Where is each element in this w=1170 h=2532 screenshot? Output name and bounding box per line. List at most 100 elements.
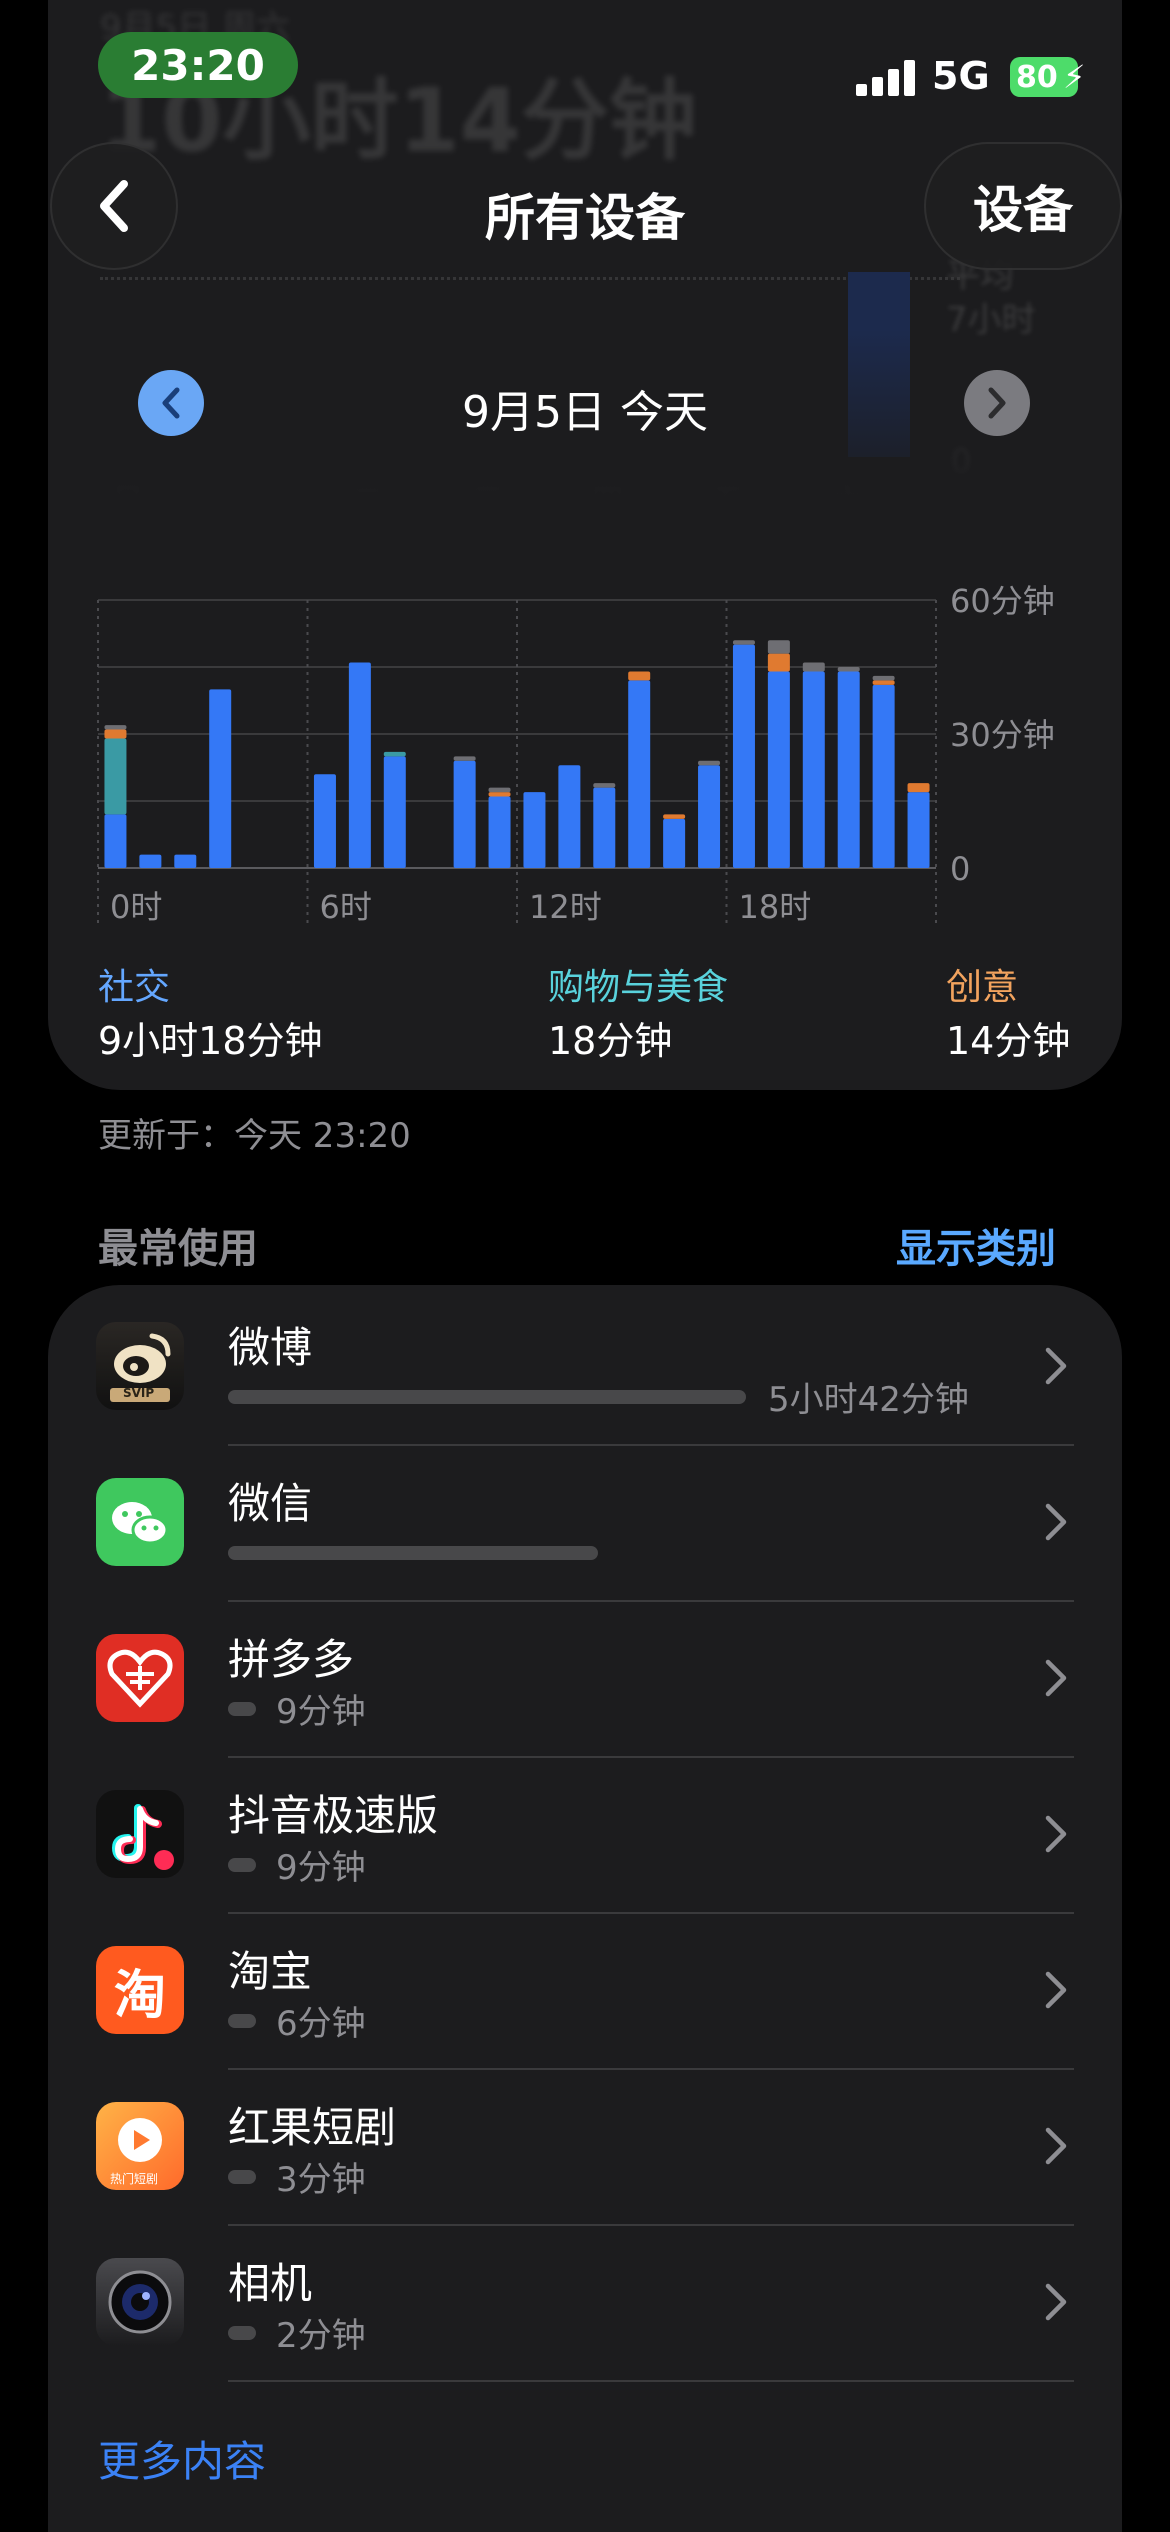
- usage-bar: [228, 1702, 256, 1716]
- svip-badge: SVIP: [123, 1386, 155, 1400]
- app-name: 拼多多: [228, 1635, 355, 1684]
- hongguo-badge: 热门短剧: [110, 2172, 159, 2186]
- chart-bar-segment: [837, 667, 860, 672]
- background-fade: [48, 330, 1122, 550]
- chevron-right-icon: [1045, 1503, 1067, 1541]
- usage-time: 2分钟: [276, 2316, 366, 2356]
- category-social-label: 社交: [98, 967, 171, 1008]
- chart-bar-segment: [593, 787, 616, 868]
- chevron-right-icon: [1045, 1659, 1067, 1697]
- app-row-douyin-lite[interactable]: 抖音极速版 9分钟: [48, 1758, 1122, 1914]
- chart-bar-segment: [698, 765, 721, 868]
- usage-bar: [228, 2326, 256, 2340]
- x-tick-label: 12时: [529, 888, 602, 926]
- status-time[interactable]: 23:20: [98, 32, 298, 98]
- chart-bar-segment: [453, 760, 476, 868]
- usage-bar: [228, 2014, 256, 2028]
- chevron-right-icon: [1045, 1815, 1067, 1853]
- app-row-taobao[interactable]: 淘 淘宝 6分钟: [48, 1914, 1122, 2070]
- chart-bar-segment: [767, 671, 790, 868]
- chart-bar-segment: [453, 756, 476, 761]
- device-button[interactable]: 设备: [924, 142, 1122, 270]
- usage-time: 6分钟: [276, 2004, 366, 2044]
- camera-icon: [96, 2258, 184, 2346]
- chart-bar-segment: [767, 653, 790, 672]
- chart-bar-segment: [802, 662, 825, 672]
- more-content-link[interactable]: 更多内容: [98, 2428, 266, 2489]
- chart-bar-segment: [628, 680, 651, 868]
- chart-bar-segment: [837, 671, 860, 868]
- chart-bar-segment: [104, 738, 127, 815]
- pinduoduo-icon: [96, 1634, 184, 1722]
- chart-bar-segment: [698, 760, 721, 766]
- row-separator: [228, 2380, 1074, 2382]
- chart-bar-segment: [523, 792, 546, 868]
- next-day-button[interactable]: [964, 370, 1030, 436]
- category-social-time: 9小时18分钟: [98, 1019, 323, 1063]
- app-name: 微信: [228, 1479, 313, 1528]
- cellular-signal-icon: [856, 60, 916, 96]
- usage-bar: [228, 1546, 598, 1560]
- network-type: 5G: [932, 54, 990, 98]
- chart-bar-segment: [907, 792, 930, 868]
- chart-bar-segment: [488, 787, 511, 793]
- chart-bar-segment: [628, 671, 651, 681]
- chart-bar-segment: [313, 774, 336, 868]
- usage-bar: [228, 1390, 746, 1404]
- taobao-icon-glyph: 淘: [113, 1965, 166, 2026]
- app-name: 红果短剧: [228, 2103, 397, 2152]
- wechat-icon: [96, 1478, 184, 1566]
- chart-bar-segment: [767, 640, 790, 654]
- chart-bar-segment: [174, 854, 197, 868]
- app-row-weibo[interactable]: SVIP 微博 5小时42分钟: [48, 1290, 1122, 1446]
- x-tick-label: 18时: [739, 888, 812, 926]
- battery-level: 80: [1016, 59, 1058, 95]
- app-name: 微博: [228, 1323, 313, 1372]
- chart-bar-segment: [209, 689, 232, 868]
- taobao-icon: 淘: [96, 1946, 184, 2034]
- updated-time: 更新于：今天 23:20: [98, 1116, 411, 1156]
- chart-bar-segment: [104, 814, 127, 868]
- chart-bar-segment: [383, 751, 406, 757]
- chart-bar-segment: [593, 783, 616, 788]
- chevron-right-icon: [1045, 2283, 1067, 2321]
- chart-bar-segment: [348, 662, 371, 868]
- chart-bar-segment: [488, 796, 511, 868]
- douyin-lite-icon: [96, 1790, 184, 1878]
- chart-bar-segment: [383, 756, 406, 868]
- background-average-line: [100, 277, 960, 280]
- hourly-usage-chart[interactable]: 0时 6时 12时 18时 60分钟 30分钟 0: [0, 560, 1170, 940]
- chart-bar-segment: [488, 792, 511, 797]
- chevron-right-icon: [1045, 2127, 1067, 2165]
- chart-bar-segment: [732, 644, 755, 868]
- chart-bar-segment: [907, 783, 930, 793]
- y-tick-label: 60分钟: [950, 582, 1055, 620]
- app-name: 相机: [228, 2259, 313, 2308]
- app-row-camera[interactable]: 相机 2分钟: [48, 2226, 1122, 2382]
- chart-bar-segment: [802, 671, 825, 868]
- chart-bar-segment: [872, 680, 895, 685]
- category-shopping-time: 18分钟: [548, 1019, 673, 1063]
- chart-bar-segment: [104, 729, 127, 739]
- chart-bar-segment: [104, 725, 127, 730]
- y-tick-label: 30分钟: [950, 716, 1055, 754]
- category-shopping-label: 购物与美食: [548, 967, 729, 1008]
- usage-time: 5小时42分钟: [768, 1380, 969, 1420]
- most-used-title: 最常使用: [98, 1226, 258, 1272]
- hongguo-icon: 热门短剧: [96, 2102, 184, 2190]
- app-row-wechat[interactable]: 微信: [48, 1446, 1122, 1602]
- charging-bolt-icon: ⚡: [1063, 58, 1086, 96]
- app-row-hongguo[interactable]: 热门短剧 红果短剧 3分钟: [48, 2070, 1122, 2226]
- y-tick-label: 0: [950, 850, 970, 888]
- chevron-right-icon: [1045, 1971, 1067, 2009]
- usage-bar: [228, 1858, 256, 1872]
- weibo-icon: SVIP: [96, 1322, 184, 1410]
- app-row-pinduoduo[interactable]: 拼多多 9分钟: [48, 1602, 1122, 1758]
- chart-bar-segment: [872, 675, 895, 681]
- category-creative-label: 创意: [946, 967, 1019, 1008]
- chart-bar-segment: [558, 765, 581, 868]
- category-creative-time: 14分钟: [946, 1019, 1071, 1063]
- show-categories-button[interactable]: 显示类别: [896, 1216, 1056, 1274]
- app-name: 淘宝: [228, 1947, 313, 1996]
- chart-bar-segment: [663, 818, 686, 868]
